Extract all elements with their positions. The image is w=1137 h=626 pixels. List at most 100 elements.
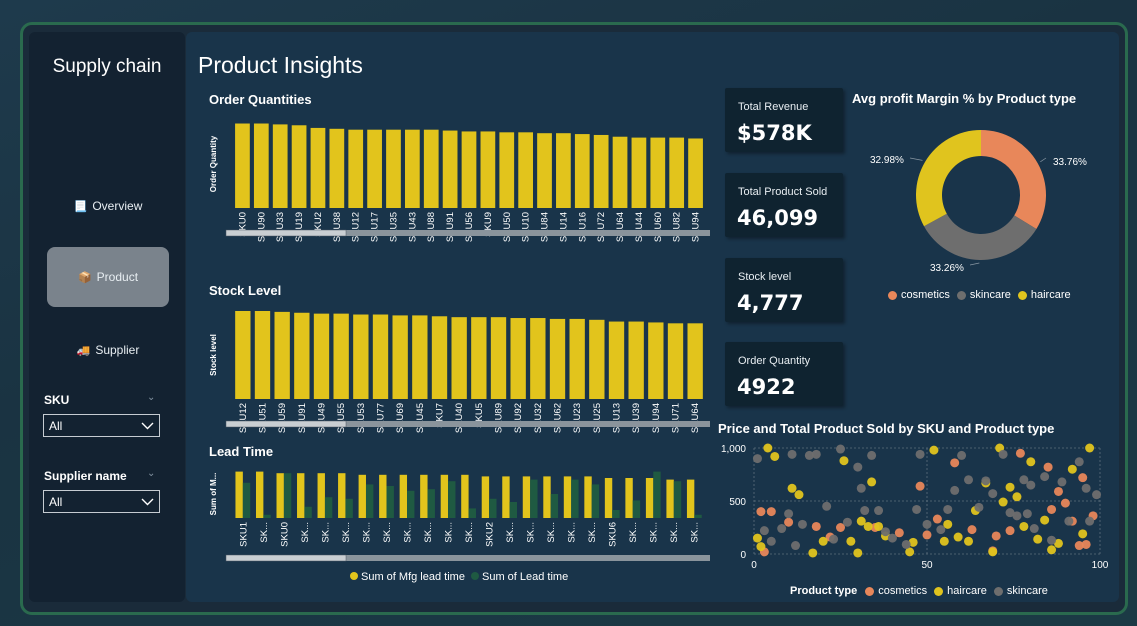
scatter-point-skincare[interactable] <box>829 534 839 544</box>
bar[interactable] <box>612 136 628 208</box>
bar-mfg-lead-time[interactable] <box>420 474 428 518</box>
scatter-point-haircare[interactable] <box>1026 457 1036 467</box>
donut-slice-haircare[interactable] <box>916 130 981 227</box>
bar[interactable] <box>423 129 439 208</box>
scatter-point-skincare[interactable] <box>1085 516 1095 526</box>
scatter-point-skincare[interactable] <box>860 506 870 516</box>
bar[interactable] <box>499 132 515 208</box>
scatter-point-skincare[interactable] <box>1022 509 1032 519</box>
bar-lead-time[interactable] <box>324 497 333 518</box>
scatter-point-haircare[interactable] <box>1067 464 1077 474</box>
scatter-point-cosmetics[interactable] <box>922 530 932 540</box>
bar-lead-time[interactable] <box>530 479 538 518</box>
scatter-point-skincare[interactable] <box>974 502 984 512</box>
scatter-point-haircare[interactable] <box>818 536 828 546</box>
bar-mfg-lead-time[interactable] <box>481 476 490 518</box>
bar-lead-time[interactable] <box>407 490 415 518</box>
scatter-point-skincare[interactable] <box>936 525 946 535</box>
scatter-point-skincare[interactable] <box>811 449 821 459</box>
scatter-point-haircare[interactable] <box>1078 529 1088 539</box>
scatter-point-skincare[interactable] <box>912 504 922 514</box>
nav-item-overview[interactable]: 📃 Overview <box>47 176 169 236</box>
scatter-point-skincare[interactable] <box>836 444 845 454</box>
bar[interactable] <box>574 134 590 208</box>
scatter-point-skincare[interactable] <box>1029 524 1039 534</box>
scatter-point-haircare[interactable] <box>939 536 949 546</box>
bar-lead-time[interactable] <box>427 489 435 518</box>
bar-mfg-lead-time[interactable] <box>604 478 613 518</box>
bar-lead-time[interactable] <box>365 484 374 518</box>
scatter-point-skincare[interactable] <box>1057 477 1067 487</box>
scatter-point-skincare[interactable] <box>856 483 866 493</box>
bar-lead-time[interactable] <box>345 498 353 518</box>
bar-mfg-lead-time[interactable] <box>686 479 695 518</box>
scatter-point-skincare[interactable] <box>943 504 953 514</box>
bar[interactable] <box>372 314 389 399</box>
bar[interactable] <box>589 319 605 399</box>
bar[interactable] <box>310 127 326 208</box>
bar[interactable] <box>631 137 647 208</box>
bar[interactable] <box>549 318 566 399</box>
scrollbar-thumb[interactable] <box>225 229 347 237</box>
bar[interactable] <box>688 138 703 208</box>
nav-item-supplier[interactable]: 🚚 Supplier <box>47 320 169 380</box>
bar-mfg-lead-time[interactable] <box>666 479 674 518</box>
scatter-point-skincare[interactable] <box>957 450 967 460</box>
scatter-point-skincare[interactable] <box>1081 483 1091 493</box>
chevron-down-icon[interactable]: ⌄ <box>147 392 155 403</box>
bar[interactable] <box>490 317 507 399</box>
bar-lead-time[interactable] <box>673 481 682 518</box>
bar[interactable] <box>274 311 290 399</box>
nav-item-product[interactable]: 📦 Product <box>47 247 169 307</box>
scatter-point-haircare[interactable] <box>839 456 849 466</box>
scatter-point-haircare[interactable] <box>808 548 818 558</box>
scatter-point-cosmetics[interactable] <box>756 507 766 517</box>
scatter-point-cosmetics[interactable] <box>1078 473 1088 483</box>
bar[interactable] <box>530 318 546 399</box>
scatter-point-haircare[interactable] <box>794 490 804 500</box>
scrollbar-thumb[interactable] <box>225 420 347 428</box>
scatter-point-cosmetics[interactable] <box>1047 504 1057 514</box>
scatter-point-haircare[interactable] <box>1040 515 1050 525</box>
scatter-point-skincare[interactable] <box>766 536 776 546</box>
scatter-point-haircare[interactable] <box>1085 443 1095 453</box>
scatter-point-skincare[interactable] <box>998 449 1008 459</box>
bar-lead-time[interactable] <box>304 506 312 518</box>
donut-slice-skincare[interactable] <box>924 213 1037 260</box>
bar[interactable] <box>392 315 408 399</box>
scatter-point-cosmetics[interactable] <box>1015 448 1025 458</box>
scatter-point-skincare[interactable] <box>787 449 797 459</box>
bar-mfg-lead-time[interactable] <box>358 474 366 518</box>
scatter-point-cosmetics[interactable] <box>1053 486 1063 496</box>
scatter-point-skincare[interactable] <box>777 524 787 534</box>
bar-mfg-lead-time[interactable] <box>625 478 633 518</box>
scatter-point-skincare[interactable] <box>791 541 801 551</box>
bar-lead-time[interactable] <box>468 508 476 518</box>
bar-mfg-lead-time[interactable] <box>563 476 572 518</box>
bar[interactable] <box>253 123 269 208</box>
bar-mfg-lead-time[interactable] <box>297 473 305 518</box>
bar[interactable] <box>386 129 401 208</box>
scatter-point-cosmetics[interactable] <box>811 521 821 531</box>
bar[interactable] <box>556 133 571 208</box>
scatter-point-haircare[interactable] <box>853 548 863 558</box>
bar[interactable] <box>313 313 330 399</box>
bar[interactable] <box>537 133 552 208</box>
chevron-down-icon[interactable]: ⌄ <box>147 468 155 479</box>
scatter-point-skincare[interactable] <box>1092 490 1102 500</box>
scatter-point-haircare[interactable] <box>867 477 877 487</box>
bar[interactable] <box>471 317 487 399</box>
scatter-point-haircare[interactable] <box>1047 545 1057 555</box>
bar[interactable] <box>510 318 526 399</box>
scatter-point-cosmetics[interactable] <box>1005 526 1015 536</box>
sku-dropdown[interactable]: All <box>43 414 160 437</box>
scatter-point-skincare[interactable] <box>981 476 991 486</box>
bar-mfg-lead-time[interactable] <box>461 474 469 518</box>
bar-mfg-lead-time[interactable] <box>235 471 243 518</box>
scatter-point-skincare[interactable] <box>1074 457 1084 467</box>
scatter-point-skincare[interactable] <box>842 517 852 527</box>
bar[interactable] <box>461 131 477 208</box>
bar[interactable] <box>333 313 349 399</box>
bar-mfg-lead-time[interactable] <box>502 476 510 518</box>
bar[interactable] <box>648 322 664 399</box>
